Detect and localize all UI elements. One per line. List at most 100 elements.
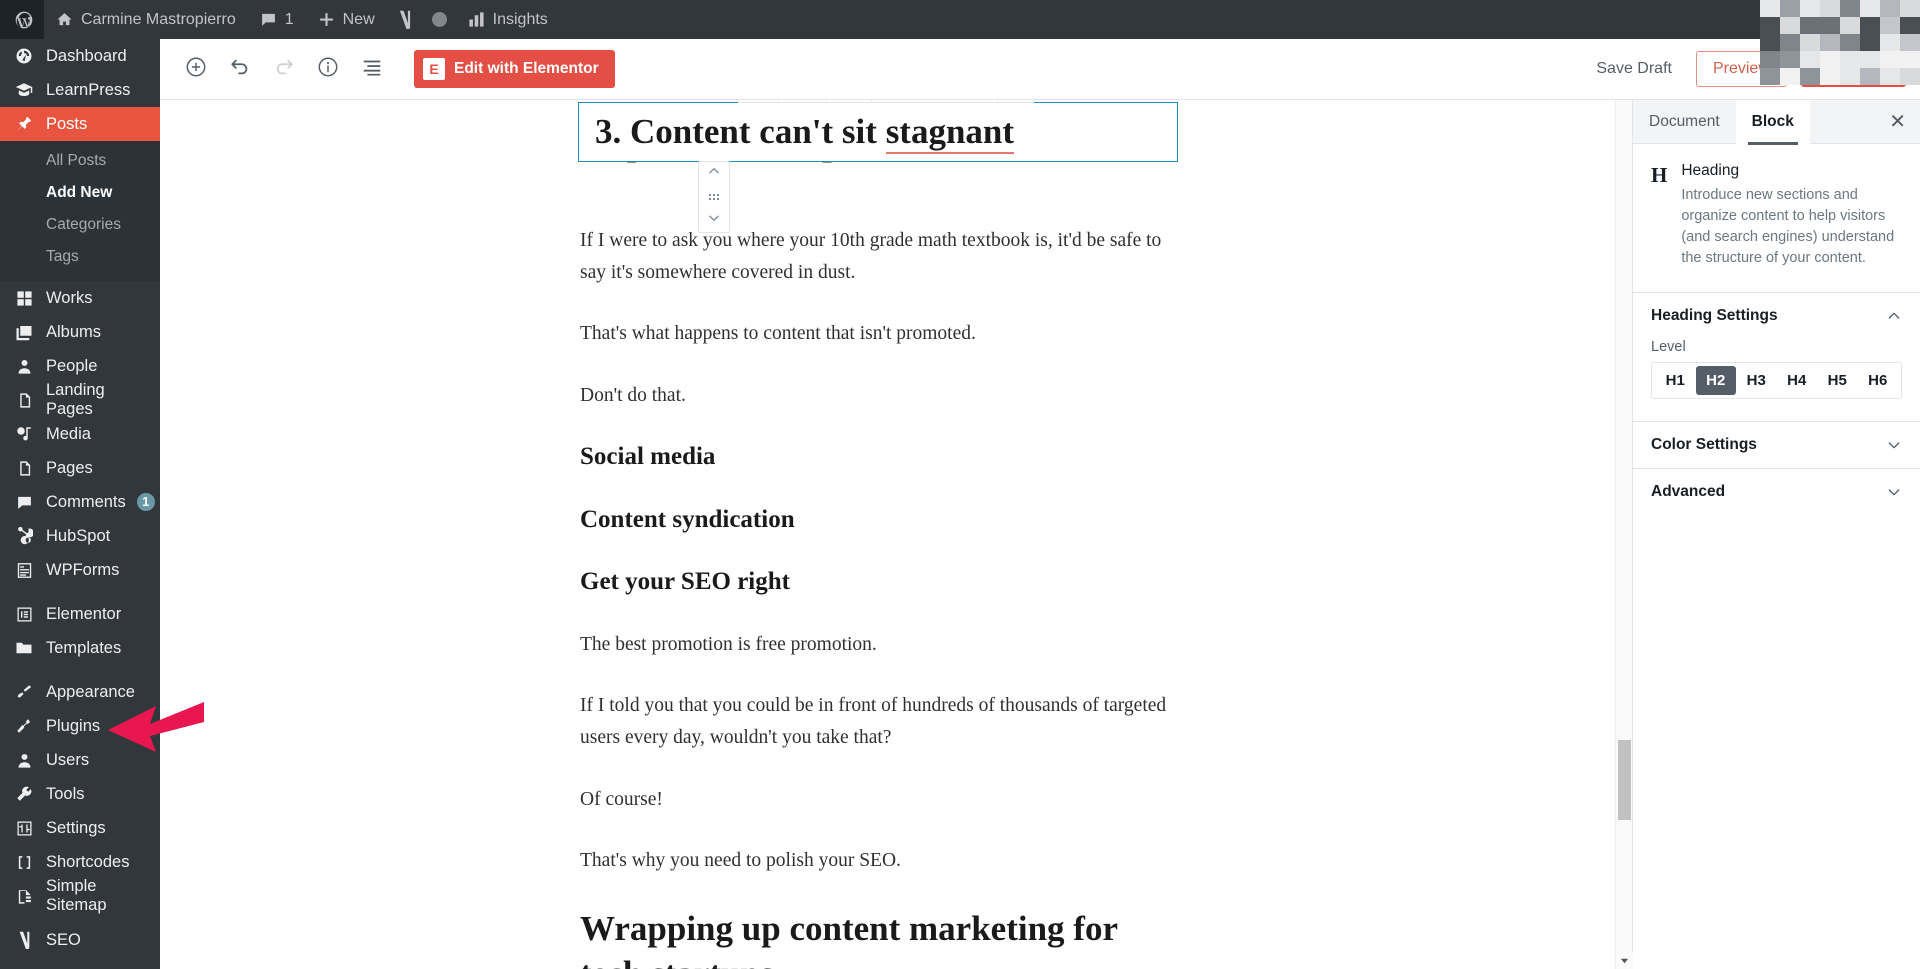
heading-level-h6-button[interactable]: H6 — [1858, 366, 1899, 395]
misspelled-word: stagnant — [885, 112, 1015, 154]
undo-button[interactable] — [218, 47, 262, 91]
heading-level-h4-button[interactable]: H4 — [1777, 366, 1818, 395]
sidebar-item-learnpress[interactable]: LearnPress — [0, 73, 160, 107]
list-view-icon — [361, 56, 383, 83]
block-card-title: Heading — [1681, 162, 1740, 179]
selected-heading-block[interactable]: 3. Content can't sit stagnant — [578, 102, 1178, 162]
sidebar-item-wpforms[interactable]: WPForms — [0, 553, 160, 587]
heading-level-h2-button[interactable]: H2 — [1695, 365, 1736, 395]
heading-block-h3[interactable]: Social media — [580, 441, 1180, 474]
sidebar-item-elementor[interactable]: Elementor — [0, 597, 160, 631]
panel-color-settings-toggle[interactable]: Color Settings — [1633, 422, 1920, 468]
status-dot-button[interactable] — [423, 0, 456, 39]
preview-button[interactable]: Preview — [1695, 51, 1787, 87]
paragraph-block[interactable]: That's why you need to polish your SEO. — [580, 845, 1180, 877]
drag-dots-icon — [709, 193, 719, 200]
new-content-button[interactable]: New — [306, 0, 387, 39]
add-block-button[interactable] — [174, 47, 218, 91]
submenu-item-add-new[interactable]: Add New — [0, 177, 160, 209]
status-dot-icon — [431, 12, 447, 27]
sidebar-item-templates[interactable]: Templates — [0, 631, 160, 665]
block-drag-handle[interactable] — [699, 186, 729, 208]
heading-level-h3-button[interactable]: H3 — [1736, 366, 1777, 395]
block-info-card: H Heading Introduce new sections and org… — [1633, 144, 1920, 292]
selected-heading-text[interactable]: 3. Content can't sit stagnant — [595, 112, 1015, 154]
sidebar-item-tools[interactable]: Tools — [0, 777, 160, 811]
content-info-button[interactable] — [306, 47, 350, 91]
form-icon — [13, 562, 35, 579]
panel-advanced-toggle[interactable]: Advanced — [1633, 469, 1920, 515]
sidebar-item-dashboard[interactable]: Dashboard — [0, 39, 160, 73]
sidebar-item-albums[interactable]: Albums — [0, 315, 160, 349]
insights-button[interactable]: Insights — [456, 0, 560, 39]
scrollbar-thumb[interactable] — [1618, 740, 1631, 820]
edit-with-elementor-button[interactable]: E Edit with Elementor — [414, 50, 615, 88]
paragraph-block[interactable]: That's what happens to content that isn'… — [580, 318, 1180, 350]
sidebar-item-landing-pages[interactable]: Landing Pages — [0, 381, 160, 418]
canvas-scrollbar[interactable] — [1615, 100, 1633, 969]
info-circle-icon — [317, 56, 339, 83]
paintbrush-icon — [13, 683, 35, 701]
sidebar-item-people[interactable]: People — [0, 349, 160, 383]
sidebar-item-appearance[interactable]: Appearance — [0, 675, 160, 709]
graduation-cap-icon — [13, 81, 35, 99]
heading-block-h3[interactable]: Get your SEO right — [580, 566, 1180, 599]
submenu-item-all-posts[interactable]: All Posts — [0, 145, 160, 177]
save-draft-button[interactable]: Save Draft — [1586, 54, 1682, 84]
close-icon[interactable]: ✕ — [1889, 112, 1906, 132]
sidebar-item-users[interactable]: Users — [0, 743, 160, 777]
sidebar-item-media[interactable]: Media — [0, 417, 160, 451]
tab-document[interactable]: Document — [1633, 100, 1736, 144]
sidebar-item-works[interactable]: Works — [0, 281, 160, 315]
paragraph-block[interactable]: Don't do that. — [580, 380, 1180, 412]
sidebar-item-shortcodes[interactable]: Shortcodes — [0, 845, 160, 879]
scrollbar-down-arrow[interactable] — [1616, 952, 1633, 969]
sidebar-item-pages[interactable]: Pages — [0, 451, 160, 485]
sidebar-item-label: Settings — [46, 818, 106, 837]
yoast-seo-button[interactable] — [387, 0, 423, 39]
heading-level-h5-button[interactable]: H5 — [1817, 366, 1858, 395]
tab-block[interactable]: Block — [1735, 99, 1810, 145]
sidebar-item-simple-sitemap[interactable]: Simple Sitemap — [0, 877, 160, 914]
submenu-item-tags[interactable]: Tags — [0, 241, 160, 273]
chevron-up-icon — [707, 164, 721, 183]
yoast-seo-icon — [396, 10, 414, 29]
level-field-label: Level — [1651, 338, 1686, 355]
comments-pending-badge: 1 — [136, 493, 155, 511]
sidebar-item-label: Works — [46, 288, 93, 307]
paragraph-block[interactable]: The best promotion is free promotion. — [580, 629, 1180, 661]
heading-block-h2[interactable]: Wrapping up content marketing for tech s… — [580, 907, 1180, 969]
sidebar-item-seo[interactable]: SEO — [0, 923, 160, 957]
sidebar-item-label: SEO — [46, 930, 81, 949]
block-navigation-button[interactable] — [350, 47, 394, 91]
wordpress-logo-button[interactable] — [0, 0, 44, 39]
sidebar-item-posts[interactable]: Posts — [0, 107, 160, 141]
pages-icon — [13, 460, 35, 477]
redo-button[interactable] — [262, 47, 306, 91]
editor-header-toolbar: E Edit with Elementor Save Draft Preview… — [160, 39, 1920, 100]
submenu-item-categories[interactable]: Categories — [0, 209, 160, 241]
sidebar-item-hubspot[interactable]: HubSpot — [0, 519, 160, 553]
panel-heading-settings-toggle[interactable]: Heading Settings — [1633, 293, 1920, 339]
sidebar-item-settings[interactable]: Settings — [0, 811, 160, 845]
sidebar-item-plugins[interactable]: Plugins — [0, 709, 160, 743]
publish-button[interactable]: Publish... — [1800, 51, 1906, 87]
post-content-canvas[interactable]: Step 2: Follow up with leads ASAP If I w… — [160, 100, 1632, 969]
move-block-down-button[interactable] — [699, 209, 729, 231]
site-name-label: Carmine Mastropierro — [81, 10, 236, 28]
sidebar-item-label: Templates — [46, 638, 122, 657]
move-block-up-button[interactable] — [699, 163, 729, 185]
inspector-tabs: Document Block ✕ — [1633, 99, 1920, 145]
heading-level-h1-button[interactable]: H1 — [1655, 366, 1696, 395]
comments-button[interactable]: 1 — [248, 0, 306, 39]
site-name-button[interactable]: Carmine Mastropierro — [44, 0, 248, 39]
heading-level-selector: H1 H2 H3 H4 H5 H6 — [1651, 361, 1902, 399]
heading-block-icon: H — [1651, 163, 1668, 187]
menu-separator — [0, 665, 160, 675]
posts-submenu: All Posts Add New Categories Tags — [0, 141, 160, 281]
heading-block-h3[interactable]: Content syndication — [580, 504, 1180, 537]
sidebar-item-comments[interactable]: Comments 1 — [0, 485, 160, 519]
paragraph-block[interactable]: Of course! — [580, 784, 1180, 816]
paragraph-block[interactable]: If I told you that you could be in front… — [580, 690, 1180, 753]
paragraph-block[interactable]: If I were to ask you where your 10th gra… — [580, 225, 1180, 288]
